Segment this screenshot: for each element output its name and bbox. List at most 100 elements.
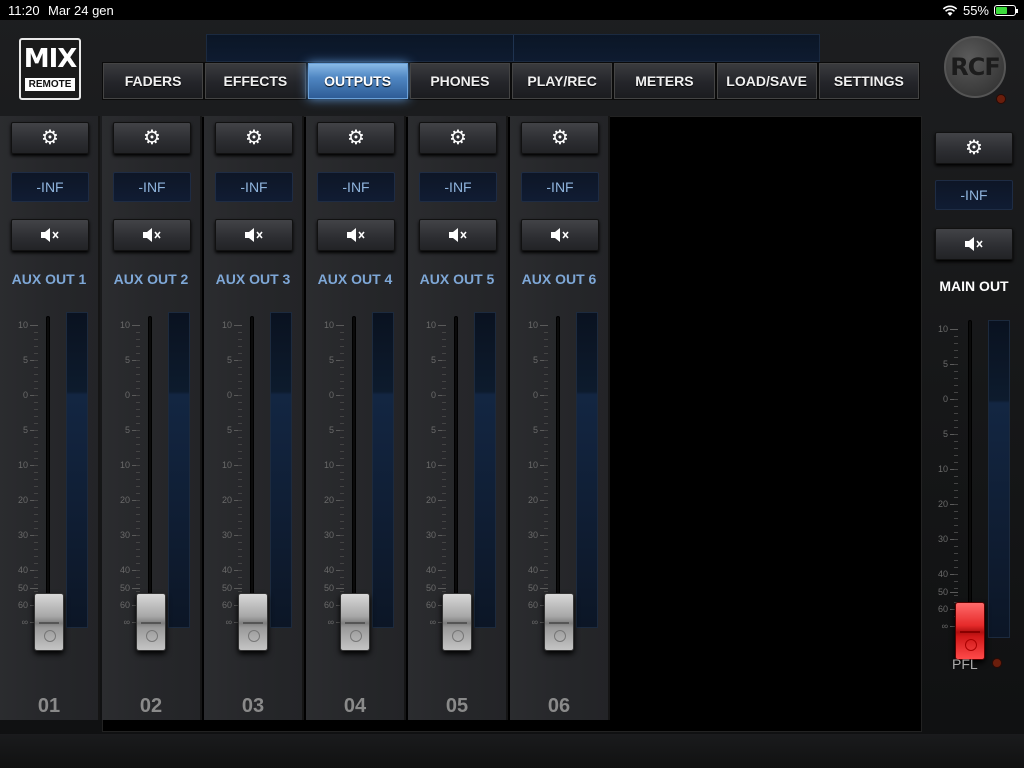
fader-track[interactable] xyxy=(968,320,972,638)
strip-settings-button[interactable]: ⚙ xyxy=(419,122,497,154)
fader-knob[interactable] xyxy=(544,593,574,651)
fader-track[interactable] xyxy=(46,316,50,626)
scale-tick-label: ∞ xyxy=(21,617,28,627)
tab-phones[interactable]: PHONES xyxy=(409,63,510,99)
speaker-mute-icon xyxy=(549,227,571,243)
speaker-mute-icon xyxy=(141,227,163,243)
logo-remote-text: REMOTE xyxy=(25,78,75,91)
scale-tick-label: 10 xyxy=(323,320,334,330)
scale-tick: 10 xyxy=(120,320,140,330)
scale-tick-label: 5 xyxy=(124,355,130,365)
fader-knob[interactable] xyxy=(136,593,166,651)
scale-tick-label: 50 xyxy=(119,583,130,593)
strip-name: AUX OUT 6 xyxy=(521,271,597,287)
scale-tick-label: 5 xyxy=(942,359,948,369)
strip-mute-button[interactable] xyxy=(317,219,395,251)
tab-faders[interactable]: FADERS xyxy=(103,63,204,99)
scale-tick-label: 0 xyxy=(226,390,232,400)
level-meter xyxy=(988,320,1010,638)
strip-name: AUX OUT 5 xyxy=(419,271,495,287)
db-scale: 10 5 0 5 10 20 30 40 50 60 ∞ xyxy=(6,316,38,627)
strip-name: AUX OUT 4 xyxy=(317,271,393,287)
scale-tick-label: 30 xyxy=(17,530,28,540)
scale-tick-label: 10 xyxy=(221,320,232,330)
fader-track[interactable] xyxy=(250,316,254,626)
scale-tick-label: 60 xyxy=(527,600,538,610)
strip-mute-button[interactable] xyxy=(419,219,497,251)
gear-icon: ⚙ xyxy=(551,127,569,149)
bottom-bar xyxy=(0,734,1024,768)
strip-level-display: -INF xyxy=(419,172,497,202)
db-scale: 10 5 0 5 10 20 30 40 50 60 ∞ xyxy=(414,316,446,627)
speaker-mute-icon xyxy=(963,236,985,252)
scale-tick-label: 20 xyxy=(17,495,28,505)
tab-play-rec[interactable]: PLAY/REC xyxy=(512,63,613,99)
fader-track[interactable] xyxy=(352,316,356,626)
tab-effects[interactable]: EFFECTS xyxy=(205,63,306,99)
scale-tick-label: 0 xyxy=(532,390,538,400)
scale-tick-label: 0 xyxy=(328,390,334,400)
strip-settings-button[interactable]: ⚙ xyxy=(215,122,293,154)
scale-tick-label: ∞ xyxy=(123,617,130,627)
scale-tick-label: 10 xyxy=(425,320,436,330)
scale-tick-label: 40 xyxy=(323,565,334,575)
fader-knob[interactable] xyxy=(34,593,64,651)
fader-track[interactable] xyxy=(454,316,458,626)
fader-knob[interactable] xyxy=(340,593,370,651)
tab-load-save[interactable]: LOAD/SAVE xyxy=(716,63,817,99)
scale-tick-label: 20 xyxy=(323,495,334,505)
scale-tick-label: 60 xyxy=(221,600,232,610)
fader-track[interactable] xyxy=(148,316,152,626)
tab-settings[interactable]: SETTINGS xyxy=(818,63,919,99)
scale-tick-label: 60 xyxy=(937,604,948,614)
gear-icon: ⚙ xyxy=(449,127,467,149)
strip-number: 06 xyxy=(547,695,571,717)
scale-tick-label: 5 xyxy=(430,425,436,435)
aux-out-strip: ⚙ -INF AUX OUT 2 02 10 5 0 5 10 20 30 40 50 60 ∞ xyxy=(102,116,202,720)
strip-mute-button[interactable] xyxy=(215,219,293,251)
tab-meters[interactable]: METERS xyxy=(614,63,715,99)
scale-tick-label: 5 xyxy=(226,425,232,435)
pfl-led[interactable] xyxy=(992,658,1002,668)
scale-tick-label: 10 xyxy=(527,460,538,470)
scale-tick-label: 10 xyxy=(119,460,130,470)
logo-mix-text: MIX xyxy=(23,44,78,74)
fader-track[interactable] xyxy=(556,316,560,626)
battery-percent: 55% xyxy=(962,3,989,18)
scale-tick-label: 50 xyxy=(425,583,436,593)
strip-settings-button[interactable]: ⚙ xyxy=(113,122,191,154)
strip-settings-button[interactable]: ⚙ xyxy=(11,122,89,154)
battery-icon xyxy=(994,5,1018,16)
scale-tick-label: 60 xyxy=(425,600,436,610)
main-mute-button[interactable] xyxy=(935,228,1013,260)
tab-outputs[interactable]: OUTPUTS xyxy=(307,63,408,99)
fader-knob[interactable] xyxy=(442,593,472,651)
strip-level-display: -INF xyxy=(521,172,599,202)
strip-mute-button[interactable] xyxy=(113,219,191,251)
scale-tick-label: 50 xyxy=(17,583,28,593)
strip-name: AUX OUT 1 xyxy=(11,271,87,287)
strip-settings-button[interactable]: ⚙ xyxy=(521,122,599,154)
fader-knob[interactable] xyxy=(238,593,268,651)
scale-tick-label: ∞ xyxy=(225,617,232,627)
strip-level-display: -INF xyxy=(317,172,395,202)
level-meter xyxy=(474,312,496,628)
main-settings-button[interactable]: ⚙ xyxy=(935,132,1013,164)
main-fader-knob[interactable] xyxy=(955,602,985,660)
main-tabs: FADERS EFFECTS OUTPUTS PHONES PLAY/REC METERS… xyxy=(102,62,920,100)
scale-tick-label: 20 xyxy=(937,499,948,509)
scale-tick-label: 5 xyxy=(430,355,436,365)
scale-tick-label: 30 xyxy=(221,530,232,540)
status-bar: 11:20 Mar 24 gen 55% xyxy=(0,0,1024,20)
strip-mute-button[interactable] xyxy=(11,219,89,251)
strip-mute-button[interactable] xyxy=(521,219,599,251)
scale-tick-label: 20 xyxy=(119,495,130,505)
scale-tick-label: 0 xyxy=(124,390,130,400)
scale-tick-label: 10 xyxy=(119,320,130,330)
strip-settings-button[interactable]: ⚙ xyxy=(317,122,395,154)
strip-name: AUX OUT 3 xyxy=(215,271,291,287)
gear-icon: ⚙ xyxy=(41,127,59,149)
scale-tick-label: 5 xyxy=(942,429,948,439)
scale-tick-label: 10 xyxy=(425,460,436,470)
scale-tick-label: ∞ xyxy=(531,617,538,627)
